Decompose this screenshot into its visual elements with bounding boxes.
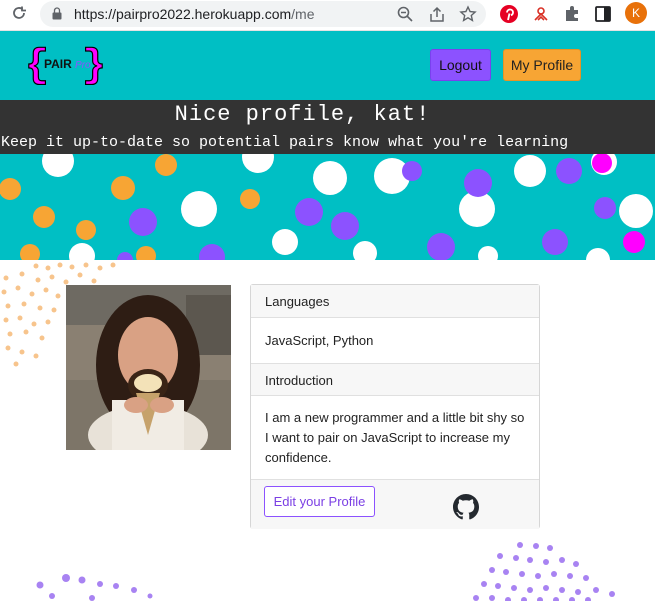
- svg-text:Pro: Pro: [75, 60, 91, 71]
- intro-line: I want to pair on JavaScript to increase…: [265, 430, 510, 445]
- logout-button[interactable]: Logout: [430, 49, 491, 81]
- languages-heading: Languages: [251, 285, 539, 318]
- page: https://pairpro2022.herokuapp.com/me K {…: [0, 0, 655, 601]
- reload-icon[interactable]: [9, 4, 29, 24]
- puzzle-icon[interactable]: [561, 3, 583, 25]
- browser-toolbar: https://pairpro2022.herokuapp.com/me K: [0, 0, 655, 31]
- star-icon[interactable]: [459, 5, 477, 23]
- sidepanel-icon[interactable]: [592, 3, 614, 25]
- page-subtitle: Keep it up-to-date so potential pairs kn…: [1, 134, 569, 151]
- github-icon[interactable]: [453, 494, 479, 520]
- my-profile-button[interactable]: My Profile: [503, 49, 581, 81]
- url-text: https://pairpro2022.herokuapp.com/me: [74, 6, 314, 22]
- languages-value: JavaScript, Python: [265, 333, 374, 348]
- profile-photo: [66, 285, 231, 450]
- introduction-text: I am a new programmer and a little bit s…: [251, 408, 539, 468]
- page-title: Nice profile, kat!: [174, 102, 431, 127]
- lock-icon: [52, 7, 62, 20]
- intro-line: I am a new programmer and a little bit s…: [265, 410, 525, 425]
- svg-text:PAIR: PAIR: [44, 57, 72, 71]
- share-icon[interactable]: [428, 5, 446, 23]
- welcome-banner: Nice profile, kat! Keep it up-to-date so…: [0, 100, 655, 154]
- introduction-heading: Introduction: [251, 363, 539, 396]
- card-footer: Edit your Profile: [251, 479, 539, 529]
- app-navbar: { } PAIR Pro Logout My Profile: [0, 31, 655, 100]
- intro-line: confidence.: [265, 450, 332, 465]
- edit-profile-button[interactable]: Edit your Profile: [264, 486, 375, 517]
- url-host: https://pairpro2022.herokuapp.com: [74, 6, 292, 22]
- browser-profile-avatar[interactable]: K: [625, 2, 647, 24]
- extension-icon[interactable]: [530, 3, 552, 25]
- pinterest-icon[interactable]: [498, 3, 520, 25]
- url-path: /me: [291, 6, 315, 22]
- zoom-icon[interactable]: [396, 5, 414, 23]
- profile-card: Languages JavaScript, Python Introductio…: [250, 284, 540, 529]
- pairpro-logo[interactable]: { } PAIR Pro: [24, 39, 108, 85]
- polka-dot-banner: [0, 154, 655, 260]
- address-bar[interactable]: https://pairpro2022.herokuapp.com/me: [40, 1, 486, 27]
